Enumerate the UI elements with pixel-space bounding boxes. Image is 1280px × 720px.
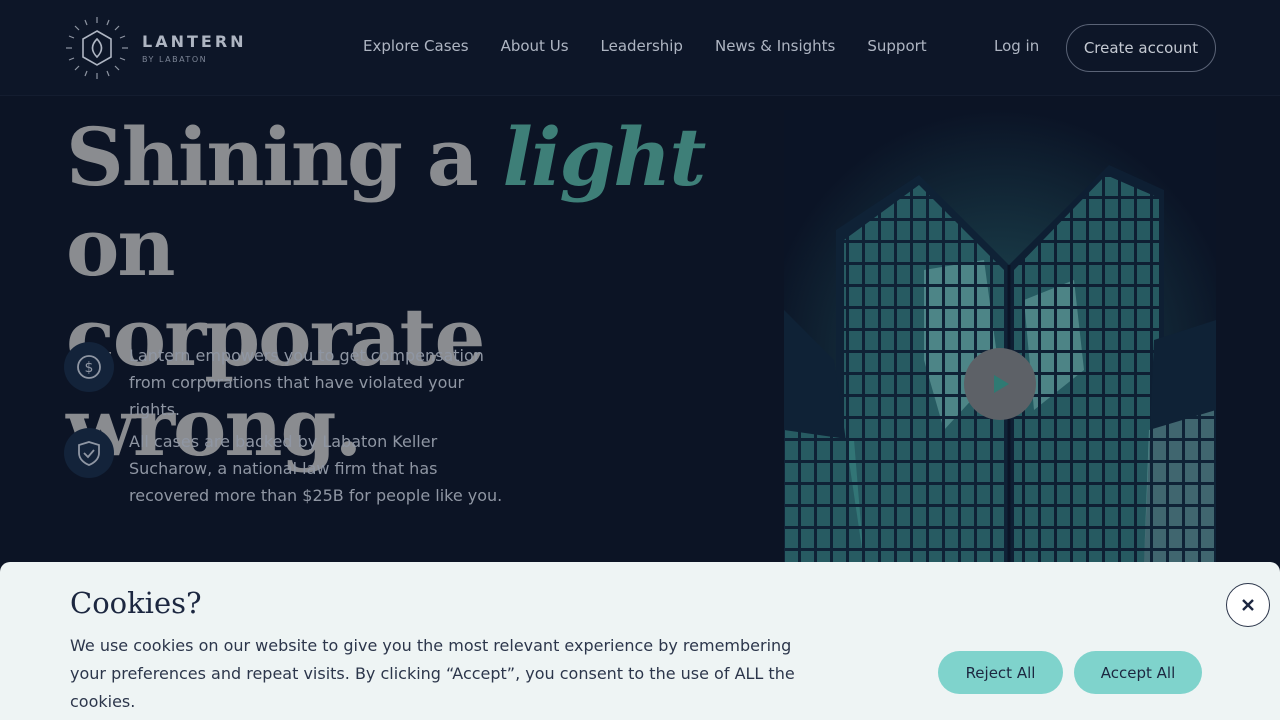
play-icon	[994, 375, 1009, 393]
accept-all-button[interactable]: Accept All	[1074, 651, 1202, 694]
cookie-text: We use cookies on our website to give yo…	[70, 636, 795, 711]
nav-about-us[interactable]: About Us	[501, 37, 569, 55]
site-header: LANTERN BY LABATON Explore Cases About U…	[0, 0, 1280, 96]
login-link[interactable]: Log in	[994, 37, 1039, 55]
brand-name: LANTERN	[142, 32, 247, 51]
cookie-title: Cookies?	[70, 586, 202, 620]
nav-support[interactable]: Support	[867, 37, 926, 55]
feature-compensation-text: Lantern empowers you to get compensation…	[129, 346, 484, 419]
cookie-close-button[interactable]	[1226, 583, 1270, 627]
nav-news-insights[interactable]: News & Insights	[715, 37, 835, 55]
hero-title-accent: light	[502, 110, 707, 204]
cookie-banner: Cookies? We use cookies on our website t…	[0, 562, 1280, 720]
feature-law-firm-text: All cases are backed by Labaton Keller S…	[129, 432, 503, 505]
hero-title-part2: on	[66, 200, 176, 294]
shield-check-icon	[64, 428, 114, 478]
dollar-icon: $	[64, 342, 114, 392]
nav-leadership[interactable]: Leadership	[601, 37, 683, 55]
svg-text:$: $	[85, 360, 94, 376]
video-play-button[interactable]	[964, 348, 1036, 420]
nav-explore-cases[interactable]: Explore Cases	[363, 37, 469, 55]
hero-building-image	[784, 110, 1216, 562]
create-account-button[interactable]: Create account	[1066, 24, 1216, 72]
feature-compensation: $ Lantern empowers you to get compensati…	[64, 342, 519, 423]
brand-subtitle: BY LABATON	[142, 55, 208, 64]
brand-logo[interactable]: LANTERN BY LABATON	[64, 14, 254, 82]
main-nav: Explore Cases About Us Leadership News &…	[363, 37, 927, 55]
lantern-logo-icon	[66, 17, 128, 79]
close-icon	[1242, 599, 1254, 611]
hero-title-part1: Shining a	[66, 110, 503, 204]
brand-text: LANTERN BY LABATON	[142, 32, 247, 64]
feature-law-firm: All cases are backed by Labaton Keller S…	[64, 428, 519, 509]
reject-all-button[interactable]: Reject All	[938, 651, 1063, 694]
